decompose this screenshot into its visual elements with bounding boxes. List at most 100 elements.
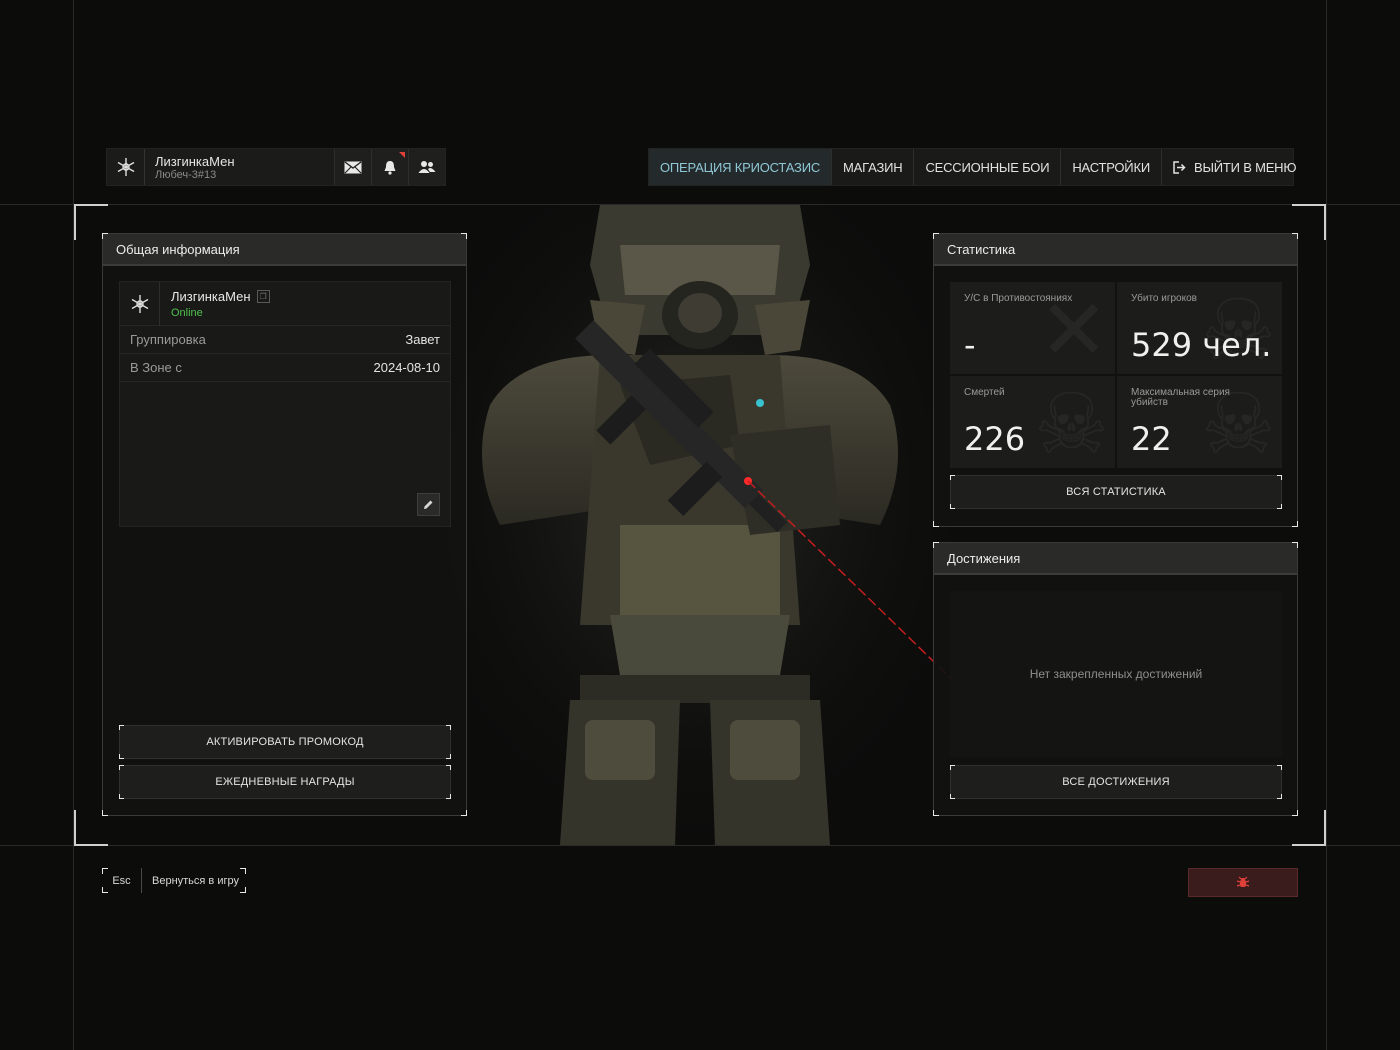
general-info-panel: Общая информация ЛизгинкаМен ❐ Online Гр…	[102, 233, 467, 816]
achievements-panel: Достижения Нет закрепленных достижений В…	[933, 542, 1298, 816]
pencil-icon	[424, 500, 433, 509]
btn-corner	[950, 765, 955, 770]
panel-corner	[933, 521, 939, 527]
profile-tag: Любеч-3#13	[155, 168, 217, 181]
stats-grid: ✕ У/С в Противостояниях - ☠ Убито игроко…	[950, 282, 1282, 468]
panel-corner	[1292, 233, 1298, 239]
stat-kd-value: -	[964, 326, 976, 364]
panel-corner	[1292, 542, 1298, 548]
stat-streak-label: Максимальная серия убийств	[1131, 387, 1230, 408]
all-stats-label: ВСЯ СТАТИСТИКА	[1066, 486, 1166, 498]
back-to-game-label: Вернуться в игру	[152, 874, 239, 887]
btn-corner	[950, 794, 955, 799]
stat-kd-label: У/С в Противостояниях	[964, 293, 1073, 304]
nav-settings[interactable]: НАСТРОЙКИ	[1061, 149, 1162, 185]
panel-corner	[461, 233, 467, 239]
report-button[interactable]	[1188, 868, 1298, 897]
exit-icon	[1173, 160, 1186, 174]
faction-label: Группировка	[130, 332, 206, 347]
activate-promo-button[interactable]: АКТИВИРОВАТЬ ПРОМОКОД	[119, 725, 451, 759]
all-stats-button[interactable]: ВСЯ СТАТИСТИКА	[950, 475, 1282, 509]
btn-corner	[119, 725, 124, 730]
main-nav: ОПЕРАЦИЯ КРИОСТАЗИС МАГАЗИН СЕССИОННЫЕ Б…	[648, 148, 1297, 186]
all-achievements-label: ВСЕ ДОСТИЖЕНИЯ	[1062, 776, 1170, 788]
nav-exit-label: ВЫЙТИ В МЕНЮ	[1193, 159, 1297, 175]
nav-session-battles[interactable]: СЕССИОННЫЕ БОИ	[914, 149, 1062, 185]
stat-streak: ☠ Максимальная серия убийств 22	[1117, 376, 1282, 468]
frame-line-left	[73, 0, 74, 1050]
edit-button[interactable]	[417, 493, 440, 516]
achievements-empty-text: Нет закрепленных достижений	[1029, 667, 1203, 681]
btn-corner	[950, 475, 955, 480]
back-to-game-button[interactable]: Esc Вернуться в игру	[102, 868, 246, 893]
panel-corner	[461, 810, 467, 816]
daily-rewards-label: ЕЖЕДНЕВНЫЕ НАГРАДЫ	[215, 776, 355, 788]
panel-corner	[1292, 810, 1298, 816]
zone-since-label: В Зоне с	[130, 360, 182, 375]
zone-since-row: В Зоне с 2024-08-10	[120, 354, 450, 382]
zone-since-value: 2024-08-10	[373, 360, 441, 375]
friends-icon	[418, 161, 436, 173]
activate-promo-label: АКТИВИРОВАТЬ ПРОМОКОД	[206, 736, 364, 748]
daily-rewards-button[interactable]: ЕЖЕДНЕВНЫЕ НАГРАДЫ	[119, 765, 451, 799]
emblem-icon	[120, 281, 160, 326]
btn-corner	[1277, 765, 1282, 770]
notifications-button[interactable]	[371, 149, 408, 185]
btn-corner	[446, 794, 451, 799]
panel-corner	[102, 810, 108, 816]
character-model	[430, 205, 950, 845]
stat-streak-value: 22	[1131, 420, 1172, 458]
btn-corner	[446, 725, 451, 730]
frame-line-bottom	[0, 845, 1400, 846]
btn-corner	[446, 754, 451, 759]
bell-icon	[384, 160, 396, 175]
stat-kills-label: Убито игроков	[1131, 293, 1197, 304]
achievements-title: Достижения	[934, 543, 1297, 575]
panel-corner	[102, 233, 108, 239]
frame-line-right	[1326, 0, 1327, 1050]
panel-corner	[933, 810, 939, 816]
btn-corner	[240, 887, 246, 893]
btn-corner	[240, 868, 246, 874]
panel-corner	[933, 542, 939, 548]
stat-deaths-label: Смертей	[964, 387, 1005, 398]
stat-deaths: ☠ Смертей 226	[950, 376, 1115, 468]
btn-corner	[119, 794, 124, 799]
faction-row: Группировка Завет	[120, 326, 450, 354]
btn-corner	[102, 887, 108, 893]
esc-key: Esc	[102, 868, 142, 893]
profile-name: ЛизгинкаМен	[155, 153, 235, 169]
player-name: ЛизгинкаМен	[171, 288, 251, 304]
mail-icon	[344, 160, 362, 173]
stats-panel: Статистика ✕ У/С в Противостояниях - ☠ У…	[933, 233, 1298, 527]
stat-deaths-value: 226	[964, 420, 1026, 458]
copy-icon[interactable]: ❐	[256, 289, 270, 303]
panel-corner	[1292, 521, 1298, 527]
all-achievements-button[interactable]: ВСЕ ДОСТИЖЕНИЯ	[950, 765, 1282, 799]
btn-corner	[1277, 475, 1282, 480]
mail-button[interactable]	[334, 149, 371, 185]
emblem-icon	[107, 149, 145, 185]
nav-operation[interactable]: ОПЕРАЦИЯ КРИОСТАЗИС	[649, 149, 833, 185]
achievements-empty: Нет закрепленных достижений	[950, 591, 1282, 757]
status-online: Online	[171, 306, 203, 319]
bug-icon	[1236, 876, 1250, 887]
stats-title: Статистика	[934, 234, 1297, 266]
stat-kd: ✕ У/С в Противостояниях -	[950, 282, 1115, 374]
panel-corner	[933, 233, 939, 239]
btn-corner	[119, 765, 124, 770]
notification-badge	[399, 152, 405, 158]
faction-value: Завет	[405, 332, 440, 347]
profile-bar: ЛизгинкаМен Любеч-3#13	[106, 148, 446, 186]
player-card: ЛизгинкаМен ❐ Online Группировка Завет В…	[119, 281, 451, 527]
general-info-title: Общая информация	[103, 234, 466, 266]
friends-button[interactable]	[408, 149, 445, 185]
nav-shop[interactable]: МАГАЗИН	[832, 149, 915, 185]
stat-kills: ☠ Убито игроков 529 чел.	[1117, 282, 1282, 374]
btn-corner	[1277, 794, 1282, 799]
btn-corner	[102, 868, 108, 874]
nav-exit[interactable]: ВЫЙТИ В МЕНЮ	[1162, 149, 1307, 185]
btn-corner	[446, 765, 451, 770]
profile-names[interactable]: ЛизгинкаМен Любеч-3#13	[145, 149, 334, 185]
btn-corner	[950, 504, 955, 509]
